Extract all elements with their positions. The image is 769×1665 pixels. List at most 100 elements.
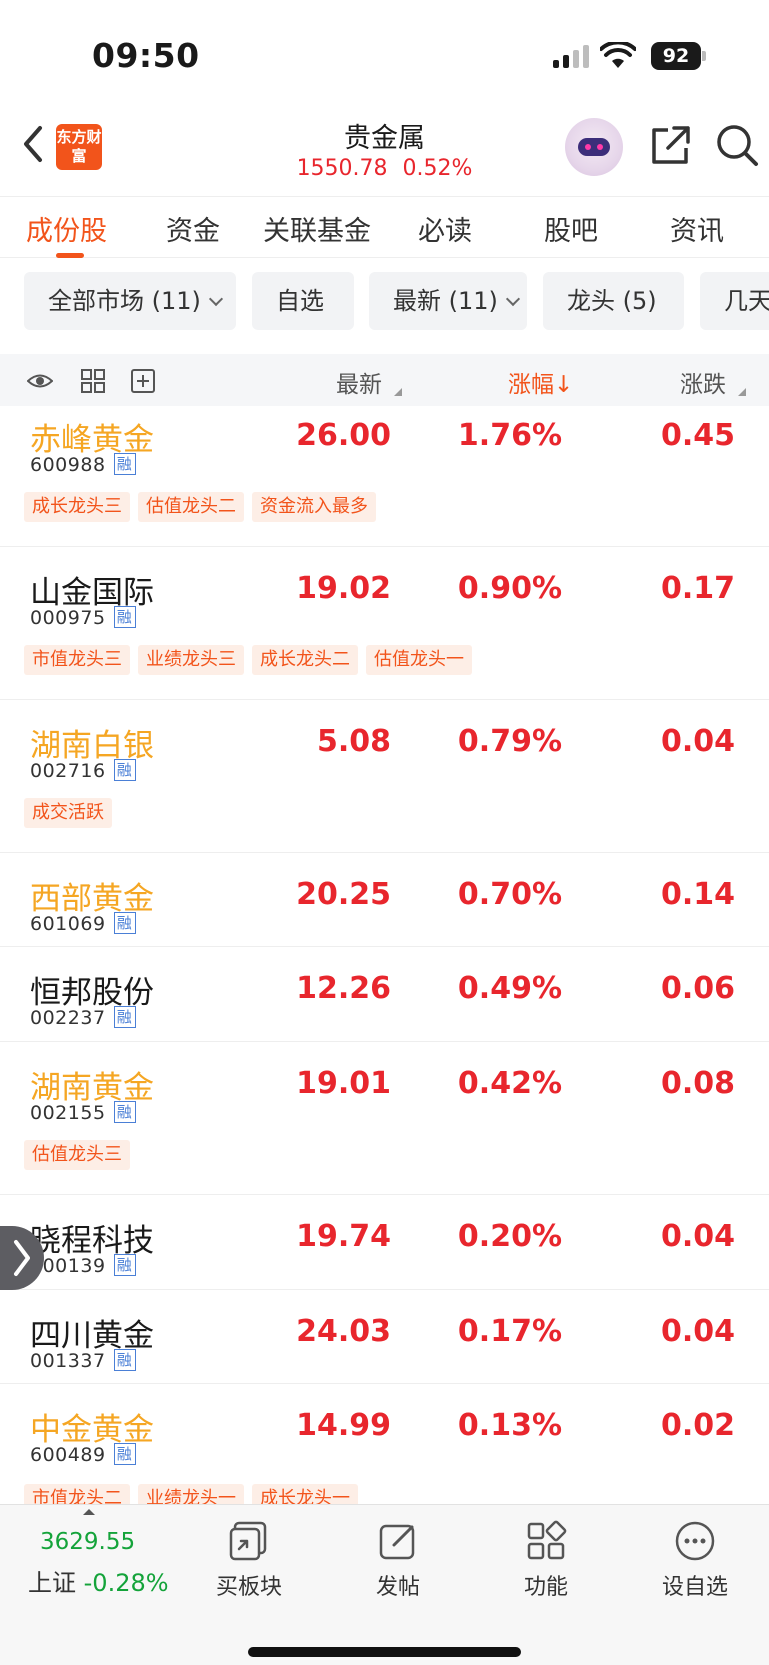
- market-index-pct: -0.28%: [83, 1569, 169, 1597]
- stock-price: 26.00: [296, 418, 391, 453]
- share-icon[interactable]: [648, 124, 692, 168]
- tab-bar: 成份股 资金 关联基金 必读 股吧 资讯: [0, 196, 769, 258]
- buy-sector-icon: [229, 1521, 267, 1561]
- stock-code: 002155 融: [30, 1100, 136, 1125]
- more-dots-icon: [675, 1521, 715, 1561]
- add-watchlist-button[interactable]: 设自选: [640, 1519, 750, 1601]
- margin-trading-badge: 融: [113, 758, 136, 781]
- buy-sector-button[interactable]: 买板块: [194, 1519, 304, 1601]
- stock-price: 19.01: [296, 1066, 391, 1101]
- stock-price: 14.99: [296, 1408, 391, 1443]
- sort-indicator-icon: [738, 388, 746, 396]
- margin-trading-badge: 融: [113, 452, 136, 475]
- column-header: 最新 涨幅↓ 涨跌: [0, 354, 769, 406]
- stock-row[interactable]: 赤峰黄金 600988 融 26.00 1.76% 0.45 成长龙头三 估值龙头二…: [0, 406, 769, 547]
- stock-tag: 成交活跃: [24, 798, 112, 828]
- stock-tag: 成长龙头一: [252, 1484, 358, 1504]
- tab-news[interactable]: 资讯: [670, 209, 724, 248]
- eye-icon[interactable]: [27, 368, 53, 394]
- stock-tags: 估值龙头三: [24, 1140, 138, 1170]
- stock-code: 002237 融: [30, 1005, 136, 1030]
- stock-row[interactable]: 晓程科技 300139 融 19.74 0.20% 0.04: [0, 1195, 769, 1290]
- nav-bar: 东方财富 贵金属 1550.78 0.52%: [0, 110, 769, 192]
- side-drawer-handle[interactable]: [0, 1226, 44, 1290]
- column-change[interactable]: 涨跌: [680, 365, 726, 399]
- bottom-bar: 3629.55 上证 -0.28% 买板块 发帖 功能 设自选: [0, 1504, 769, 1665]
- functions-label: 功能: [523, 1575, 568, 1600]
- tab-forum[interactable]: 股吧: [544, 209, 598, 248]
- stock-row[interactable]: 四川黄金 001337 融 24.03 0.17% 0.04: [0, 1290, 769, 1384]
- filter-days[interactable]: 几天: [700, 272, 769, 330]
- stock-tags: 市值龙头三 业绩龙头三 成长龙头二 估值龙头一: [24, 645, 480, 675]
- stock-change: 0.17: [660, 571, 735, 606]
- sector-index-value: 1550.78: [296, 156, 388, 181]
- stock-row[interactable]: 山金国际 000975 融 19.02 0.90% 0.17 市值龙头三 业绩龙头三…: [0, 547, 769, 700]
- tab-must-read[interactable]: 必读: [418, 209, 472, 248]
- market-index-name: 上证: [28, 1569, 76, 1597]
- status-time: 09:50: [92, 36, 200, 75]
- sort-indicator-icon: [394, 388, 402, 396]
- chevron-down-icon: [208, 291, 223, 307]
- market-index-value[interactable]: 3629.55: [40, 1529, 135, 1555]
- search-icon[interactable]: [714, 122, 760, 168]
- filter-days-label: 几天: [724, 287, 769, 315]
- market-index-quote[interactable]: 上证 -0.28%: [28, 1563, 169, 1598]
- chevron-right-icon: [14, 1240, 30, 1276]
- column-latest[interactable]: 最新: [336, 365, 382, 399]
- stock-tag: 市值龙头二: [24, 1484, 130, 1504]
- filter-market-dropdown[interactable]: 全部市场 (11): [24, 272, 236, 330]
- assistant-robot-icon[interactable]: [565, 118, 623, 176]
- status-bar: 09:50 92: [0, 0, 769, 110]
- chevron-down-icon: [505, 291, 520, 307]
- functions-button[interactable]: 功能: [491, 1519, 601, 1601]
- stock-change-pct: 0.70%: [457, 877, 562, 912]
- stock-row[interactable]: 恒邦股份 002237 融 12.26 0.49% 0.06: [0, 947, 769, 1042]
- filter-leaders-label: 龙头 (5): [567, 287, 657, 315]
- stock-code: 000975 融: [30, 605, 136, 630]
- stock-row[interactable]: 西部黄金 601069 融 20.25 0.70% 0.14: [0, 853, 769, 947]
- stock-change-pct: 0.20%: [457, 1219, 562, 1254]
- stock-tag: 资金流入最多: [252, 492, 376, 522]
- stock-code: 600489 融: [30, 1442, 136, 1467]
- grid-view-icon[interactable]: [80, 368, 106, 394]
- stock-row[interactable]: 中金黄金 600489 融 14.99 0.13% 0.02 市值龙头二 业绩龙头一…: [0, 1384, 769, 1504]
- column-change-pct[interactable]: 涨幅↓: [508, 365, 573, 399]
- stock-code: 300139 融: [30, 1253, 136, 1278]
- battery-tip: [702, 51, 706, 61]
- sector-index-change: 0.52%: [402, 156, 473, 181]
- stock-tag: 业绩龙头一: [138, 1484, 244, 1504]
- stock-tag: 业绩龙头三: [138, 645, 244, 675]
- stock-tag: 成长龙头二: [252, 645, 358, 675]
- margin-trading-badge: 融: [113, 1100, 136, 1123]
- margin-trading-badge: 融: [113, 1253, 136, 1276]
- filter-latest-dropdown[interactable]: 最新 (11): [369, 272, 527, 330]
- stock-change-pct: 0.79%: [457, 724, 562, 759]
- stock-tag: 市值龙头三: [24, 645, 130, 675]
- margin-trading-badge: 融: [113, 605, 136, 628]
- tab-constituents[interactable]: 成份股: [26, 209, 107, 248]
- stock-change-pct: 0.17%: [457, 1314, 562, 1349]
- stock-change: 0.04: [660, 1314, 735, 1349]
- stock-price: 24.03: [296, 1314, 391, 1349]
- battery-icon: 92: [651, 42, 701, 70]
- tab-funds-flow[interactable]: 资金: [166, 209, 220, 248]
- stock-tag: 成长龙头三: [24, 492, 130, 522]
- stock-change: 0.08: [660, 1066, 735, 1101]
- filter-watchlist[interactable]: 自选: [252, 272, 354, 330]
- home-indicator[interactable]: [248, 1647, 521, 1657]
- robot-face: [578, 138, 610, 156]
- add-column-icon[interactable]: [130, 368, 156, 394]
- stock-change-pct: 0.49%: [457, 971, 562, 1006]
- stock-change: 0.14: [660, 877, 735, 912]
- tab-related-funds[interactable]: 关联基金: [263, 209, 371, 248]
- grid-icon: [527, 1520, 567, 1560]
- stock-tags: 成长龙头三 估值龙头二 资金流入最多: [24, 492, 384, 522]
- stock-tags: 市值龙头二 业绩龙头一 成长龙头一: [24, 1484, 366, 1504]
- stock-change: 0.06: [660, 971, 735, 1006]
- post-button[interactable]: 发帖: [343, 1519, 453, 1601]
- stock-code: 600988 融: [30, 452, 136, 477]
- stock-row[interactable]: 湖南白银 002716 融 5.08 0.79% 0.04 成交活跃: [0, 700, 769, 853]
- stock-row[interactable]: 湖南黄金 002155 融 19.01 0.42% 0.08 估值龙头三: [0, 1042, 769, 1195]
- add-watchlist-label: 设自选: [661, 1575, 728, 1600]
- filter-leaders[interactable]: 龙头 (5): [543, 272, 684, 330]
